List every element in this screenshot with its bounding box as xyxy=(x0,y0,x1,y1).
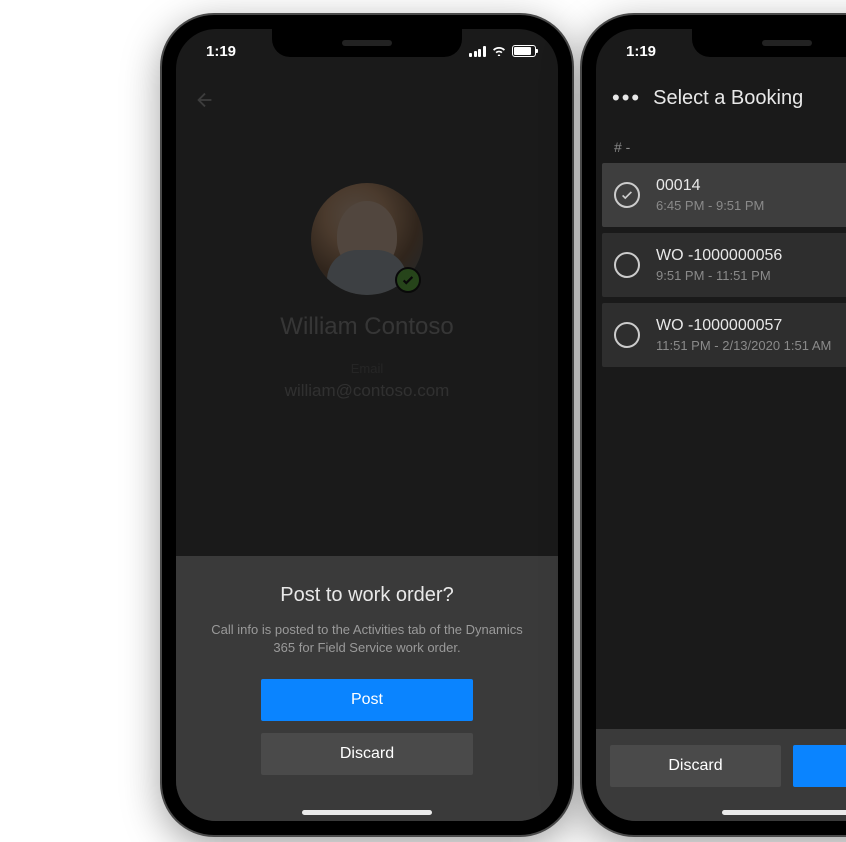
phone-left: 1:19 William Contoso Email william@conto… xyxy=(162,15,572,835)
booking-item[interactable]: WO -1000000057 11:51 PM - 2/13/2020 1:51… xyxy=(602,303,846,367)
email-value: william@contoso.com xyxy=(176,381,558,401)
section-label: # - xyxy=(596,123,846,163)
action-sheet: Post to work order? Call info is posted … xyxy=(176,556,558,821)
bottom-bar: Discard Post xyxy=(596,729,846,821)
post-button[interactable]: Post xyxy=(261,679,473,721)
notch xyxy=(692,29,846,57)
battery-icon xyxy=(512,45,536,57)
radio-icon[interactable] xyxy=(614,322,640,348)
booking-title: WO -1000000056 xyxy=(656,247,782,265)
dimmed-background: William Contoso Email william@contoso.co… xyxy=(176,73,558,593)
booking-time: 11:51 PM - 2/13/2020 1:51 AM xyxy=(656,338,831,353)
screen-right: 1:19 ••• Select a Booking # - 00014 6:45… xyxy=(596,29,846,821)
booking-time: 6:45 PM - 9:51 PM xyxy=(656,198,764,213)
more-icon[interactable]: ••• xyxy=(612,85,641,111)
discard-button[interactable]: Discard xyxy=(261,733,473,775)
booking-title: 00014 xyxy=(656,177,764,195)
phone-right: 1:19 ••• Select a Booking # - 00014 6:45… xyxy=(582,15,846,835)
discard-button[interactable]: Discard xyxy=(610,745,781,787)
status-icons xyxy=(469,43,536,60)
booking-time: 9:51 PM - 11:51 PM xyxy=(656,268,782,283)
radio-icon[interactable] xyxy=(614,252,640,278)
email-label: Email xyxy=(176,361,558,376)
booking-item[interactable]: 00014 6:45 PM - 9:51 PM xyxy=(602,163,846,227)
avatar-container xyxy=(311,183,423,295)
booking-list: 00014 6:45 PM - 9:51 PM WO -1000000056 9… xyxy=(596,163,846,367)
notch xyxy=(272,29,462,57)
screen-left: 1:19 William Contoso Email william@conto… xyxy=(176,29,558,821)
wifi-icon xyxy=(491,43,507,60)
sheet-title: Post to work order? xyxy=(196,584,538,607)
booking-title: WO -1000000057 xyxy=(656,317,831,335)
home-indicator[interactable] xyxy=(722,810,846,815)
post-button[interactable]: Post xyxy=(793,745,846,787)
radio-checked-icon[interactable] xyxy=(614,182,640,208)
nav-header: ••• Select a Booking xyxy=(596,73,846,123)
sheet-description: Call info is posted to the Activities ta… xyxy=(204,621,530,657)
status-time: 1:19 xyxy=(626,43,656,60)
home-indicator[interactable] xyxy=(302,810,432,815)
back-icon[interactable] xyxy=(194,89,216,116)
nav-title: Select a Booking xyxy=(653,87,803,110)
status-time: 1:19 xyxy=(206,43,236,60)
signal-icon xyxy=(469,46,486,57)
contact-name: William Contoso xyxy=(176,313,558,341)
booking-item[interactable]: WO -1000000056 9:51 PM - 11:51 PM xyxy=(602,233,846,297)
presence-badge-icon xyxy=(395,267,421,293)
